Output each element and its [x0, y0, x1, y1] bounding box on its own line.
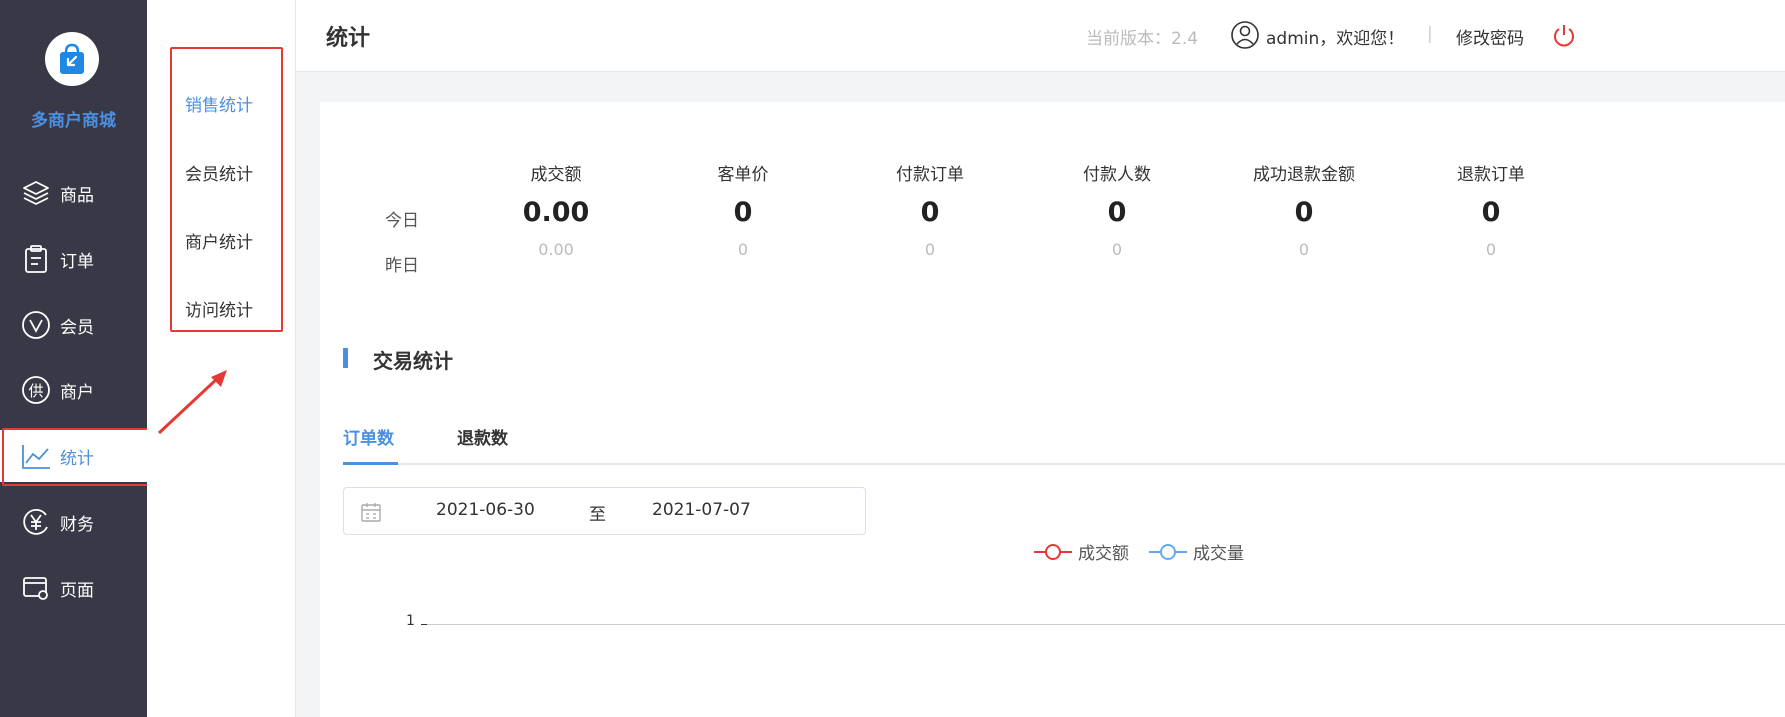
header-divider: | [1427, 24, 1433, 44]
clipboard-icon [20, 243, 52, 275]
tab-bar-line [343, 463, 1785, 465]
submenu-highlight-box [170, 47, 283, 332]
submenu-item-merchant-stats[interactable]: 商户统计 [185, 228, 253, 253]
date-end-input[interactable]: 2021-07-07 [652, 500, 751, 520]
sidebar-item-members[interactable]: 会员 [0, 299, 147, 351]
submenu-item-visit-stats[interactable]: 访问统计 [185, 296, 253, 321]
brand-name: 多商户商城 [31, 111, 116, 131]
tab-refund-count[interactable]: 退款数 [457, 424, 508, 449]
page-settings-icon [20, 572, 52, 604]
date-start-input[interactable]: 2021-06-30 [436, 500, 535, 520]
stat-paid-orders: 付款订单 0 0 [896, 165, 964, 259]
change-password-link[interactable]: 修改密码 [1456, 24, 1524, 49]
tab-order-count[interactable]: 订单数 [343, 424, 394, 449]
sidebar-item-pages[interactable]: 页面 [0, 562, 147, 614]
legend-item-gmv[interactable]: 成交额 [1034, 539, 1129, 564]
stat-avg-order-value: 客单价 0 0 [717, 165, 769, 259]
date-range-picker[interactable]: 2021-06-30 至 2021-07-07 [343, 487, 866, 535]
vip-icon [20, 309, 52, 341]
sidebar-item-goods[interactable]: 商品 [0, 167, 147, 219]
sidebar-item-merchants[interactable]: 供 商户 [0, 364, 147, 416]
svg-text:供: 供 [28, 382, 43, 400]
stat-gmv: 成交额 0.00 0.00 [522, 165, 590, 259]
top-header: 统计 当前版本：2.4 admin，欢迎您！ | 修改密码 [296, 0, 1785, 72]
layers-icon [20, 177, 52, 209]
yuan-icon [20, 506, 52, 538]
welcome-text: admin，欢迎您！ [1266, 29, 1405, 49]
stat-paying-users: 付款人数 0 0 [1083, 165, 1151, 259]
submenu-item-sales-stats[interactable]: 销售统计 [185, 91, 253, 116]
stats-submenu: 销售统计 会员统计 商户统计 访问统计 [147, 0, 296, 717]
row-label-yesterday: 昨日 [385, 256, 419, 276]
stat-refund-orders: 退款订单 0 0 [1457, 165, 1525, 259]
version-label: 当前版本：2.4 [1086, 29, 1199, 49]
chart-axis-tick [421, 624, 427, 625]
shopping-bag-icon [60, 43, 84, 74]
supplier-icon: 供 [20, 374, 52, 406]
line-chart-icon [20, 440, 52, 472]
submenu-item-member-stats[interactable]: 会员统计 [185, 160, 253, 185]
section-marker [343, 348, 348, 368]
sidebar-item-stats[interactable]: 统计 [0, 428, 150, 486]
main-sidebar: 多商户商城 商品 订单 会员 供 商户 统计 财务 页面 [0, 0, 150, 717]
stats-card: 今日 昨日 成交额 0.00 0.00 客单价 0 0 付款订单 0 0 付款人… [320, 102, 1785, 717]
legend-item-volume[interactable]: 成交量 [1149, 539, 1244, 564]
legend-marker-blue-icon [1149, 543, 1187, 560]
logo [45, 32, 99, 86]
page-title: 统计 [326, 26, 371, 51]
user-avatar-icon[interactable] [1230, 20, 1260, 50]
row-label-today: 今日 [385, 211, 419, 231]
date-separator: 至 [589, 505, 606, 525]
y-tick-label: 1 [406, 613, 415, 629]
sidebar-item-finance[interactable]: 财务 [0, 496, 147, 548]
legend-marker-red-icon [1034, 543, 1072, 560]
annotation-arrow-icon [157, 370, 227, 435]
chart-gridline [421, 624, 1785, 625]
sidebar-item-orders[interactable]: 订单 [0, 233, 147, 285]
power-icon[interactable] [1552, 22, 1576, 48]
trade-section-title: 交易统计 [373, 349, 453, 373]
stat-refund-amount: 成功退款金额 0 0 [1253, 165, 1355, 259]
calendar-icon [361, 503, 381, 522]
active-tab-indicator [343, 462, 398, 465]
